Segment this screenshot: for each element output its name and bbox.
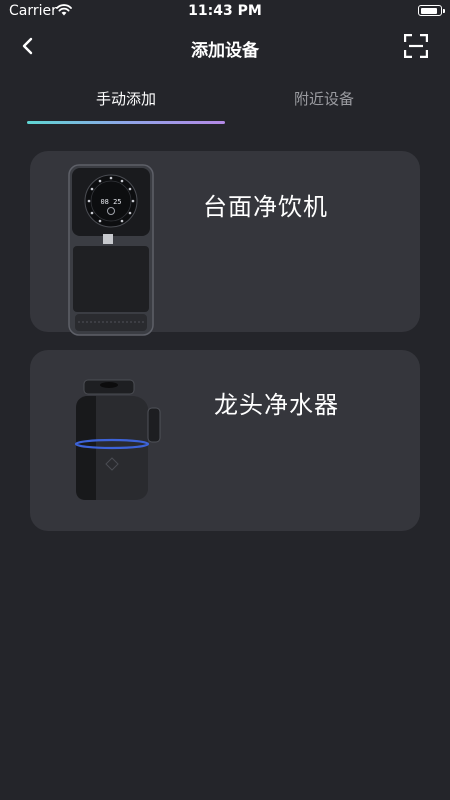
countertop-water-purifier-image: 08 25 <box>68 164 154 336</box>
device-name-faucet: 龙头净水器 <box>214 391 339 419</box>
tab-manual-add[interactable]: 手动添加 <box>26 88 226 109</box>
page-title: 添加设备 <box>191 41 259 61</box>
battery-icon <box>418 5 445 16</box>
tab-nearby-devices[interactable]: 附近设备 <box>224 88 424 109</box>
active-tab-indicator <box>27 121 225 124</box>
navigation-bar: 添加设备 <box>0 24 450 68</box>
status-bar: Carrier 11:43 PM <box>0 0 450 24</box>
device-card-faucet-purifier[interactable]: 龙头净水器 <box>30 350 420 531</box>
purifier-display-text: 08 25 <box>100 198 121 206</box>
battery-level-fill <box>420 7 437 14</box>
faucet-water-purifier-image <box>74 379 161 500</box>
device-card-countertop-purifier[interactable]: 08 25 台面净饮机 <box>30 151 420 336</box>
scan-frame-icon[interactable] <box>404 34 428 58</box>
device-name-countertop: 台面净饮机 <box>203 193 328 221</box>
status-time: 11:43 PM <box>188 3 262 19</box>
tab-bar: 手动添加 附近设备 <box>0 80 450 126</box>
